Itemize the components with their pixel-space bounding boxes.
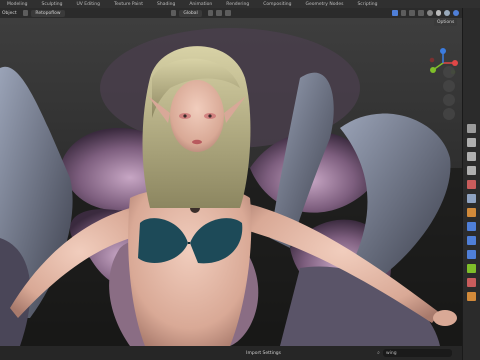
view-layer-properties-icon[interactable] [467, 166, 476, 175]
object-menu[interactable]: Object [2, 11, 17, 16]
tab-rendering[interactable]: Rendering [219, 2, 256, 7]
object-data-properties-icon[interactable] [467, 264, 476, 273]
tab-geometry-nodes[interactable]: Geometry Nodes [298, 2, 350, 7]
shading-wireframe-icon[interactable] [426, 10, 433, 16]
gizmo-toggle-icon[interactable] [400, 10, 407, 16]
viewport-header: Object Retopoflow Global [0, 8, 462, 18]
status-bar: Import Settings ⌕ wing [0, 346, 462, 360]
output-properties-icon[interactable] [467, 152, 476, 161]
pivot-icon[interactable] [207, 10, 214, 16]
tab-scripting[interactable]: Scripting [350, 2, 384, 7]
world-properties-icon[interactable] [467, 194, 476, 203]
xray-toggle-icon[interactable] [418, 10, 424, 16]
mode-icon [22, 10, 29, 16]
shading-solid-icon[interactable] [435, 10, 442, 16]
tab-animation[interactable]: Animation [182, 2, 219, 7]
tab-texture-paint[interactable]: Texture Paint [107, 2, 150, 7]
search-input[interactable]: wing [382, 349, 452, 357]
tab-sculpting[interactable]: Sculpting [34, 2, 69, 7]
modifier-properties-icon[interactable] [467, 222, 476, 231]
ortho-toggle-button[interactable] [443, 108, 455, 120]
render-image [0, 18, 462, 346]
import-settings-label[interactable]: Import Settings [246, 351, 281, 356]
texture-properties-icon[interactable] [467, 292, 476, 301]
workspace-tabbar: Modeling Sculpting UV Editing Texture Pa… [0, 0, 480, 8]
snap-icon[interactable] [216, 10, 223, 16]
render-properties-icon[interactable] [467, 138, 476, 147]
3d-viewport[interactable] [0, 18, 462, 346]
tool-properties-icon[interactable] [467, 124, 476, 133]
transform-orientation-dropdown[interactable]: Global [179, 9, 202, 17]
particles-properties-icon[interactable] [467, 236, 476, 245]
physics-properties-icon[interactable] [467, 250, 476, 259]
properties-tabs [462, 8, 480, 360]
pan-view-button[interactable] [443, 80, 455, 92]
tab-compositing[interactable]: Compositing [256, 2, 298, 7]
proportional-edit-icon[interactable] [225, 10, 231, 16]
overlay-toggle-icon[interactable] [409, 10, 416, 16]
tab-shading[interactable]: Shading [150, 2, 182, 7]
scene-properties-icon[interactable] [467, 180, 476, 189]
search-icon: ⌕ [377, 350, 380, 356]
material-properties-icon[interactable] [467, 278, 476, 287]
tab-modeling[interactable]: Modeling [0, 2, 34, 7]
camera-view-button[interactable] [443, 94, 455, 106]
zoom-view-button[interactable] [443, 66, 455, 78]
object-properties-icon[interactable] [467, 208, 476, 217]
options-dropdown[interactable]: Options [434, 19, 458, 26]
mode-dropdown[interactable]: Retopoflow [31, 9, 65, 17]
view-object-types-icon[interactable] [391, 10, 398, 16]
orientation-icon [170, 10, 177, 16]
tab-uv-editing[interactable]: UV Editing [70, 2, 107, 7]
shading-material-icon[interactable] [444, 10, 451, 16]
shading-rendered-icon[interactable] [453, 10, 459, 16]
